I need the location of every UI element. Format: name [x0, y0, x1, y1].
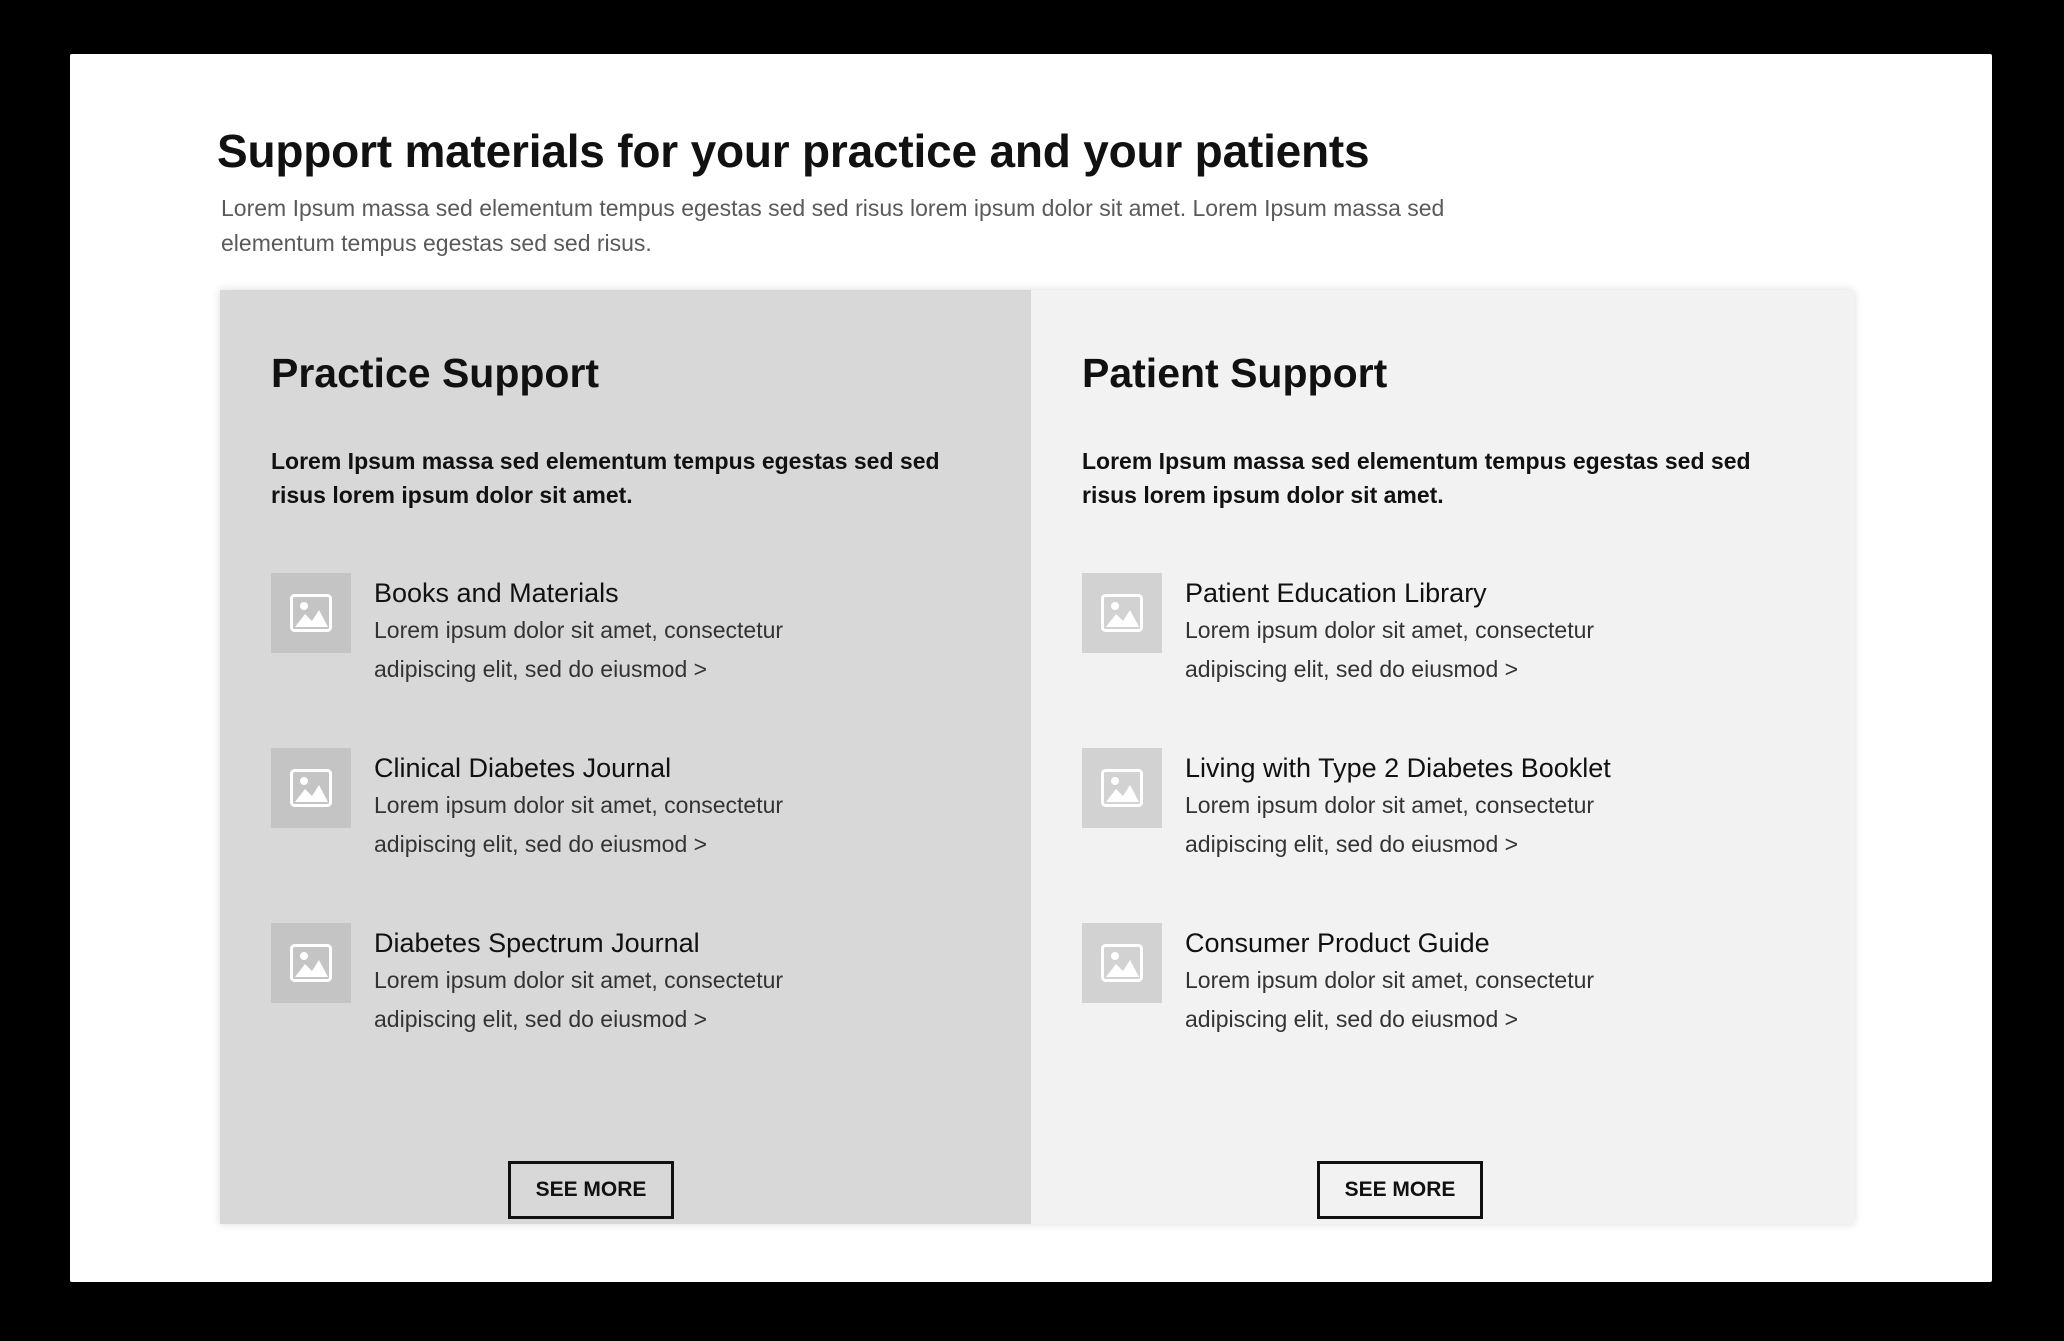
- panel-title: Practice Support: [271, 350, 600, 396]
- panel-lead: Lorem Ipsum massa sed elementum tempus e…: [271, 448, 940, 508]
- resource-item[interactable]: Patient Education Library Lorem ipsum do…: [1082, 573, 1804, 748]
- image-placeholder-icon: [271, 573, 351, 653]
- image-placeholder-icon: [271, 748, 351, 828]
- resource-description-link[interactable]: Lorem ipsum dolor sit amet, consectetur …: [1185, 961, 1655, 1039]
- resource-item[interactable]: Books and Materials Lorem ipsum dolor si…: [271, 573, 981, 748]
- image-placeholder-icon: [1082, 923, 1162, 1003]
- support-card: Practice Support Lorem Ipsum massa sed e…: [220, 290, 1854, 1224]
- see-more-button[interactable]: SEE MORE: [508, 1161, 674, 1219]
- resource-description-link[interactable]: Lorem ipsum dolor sit amet, consectetur …: [374, 786, 844, 864]
- resource-item[interactable]: Consumer Product Guide Lorem ipsum dolor…: [1082, 923, 1804, 1098]
- resource-title[interactable]: Clinical Diabetes Journal: [374, 750, 844, 786]
- resource-title[interactable]: Living with Type 2 Diabetes Booklet: [1185, 750, 1655, 786]
- resource-item[interactable]: Clinical Diabetes Journal Lorem ipsum do…: [271, 748, 981, 923]
- resource-item[interactable]: Living with Type 2 Diabetes Booklet Lore…: [1082, 748, 1804, 923]
- see-more-button[interactable]: SEE MORE: [1317, 1161, 1483, 1219]
- image-placeholder-icon: [271, 923, 351, 1003]
- resource-list: Books and Materials Lorem ipsum dolor si…: [271, 573, 981, 1098]
- panel-lead: Lorem Ipsum massa sed elementum tempus e…: [1082, 448, 1751, 508]
- patient-support-panel: Patient Support Lorem Ipsum massa sed el…: [1031, 290, 1854, 1224]
- practice-support-panel: Practice Support Lorem Ipsum massa sed e…: [220, 290, 1031, 1224]
- resource-title[interactable]: Patient Education Library: [1185, 575, 1655, 611]
- resource-description-link[interactable]: Lorem ipsum dolor sit amet, consectetur …: [1185, 611, 1655, 689]
- resource-title[interactable]: Consumer Product Guide: [1185, 925, 1655, 961]
- resource-description-link[interactable]: Lorem ipsum dolor sit amet, consectetur …: [374, 961, 844, 1039]
- image-placeholder-icon: [1082, 573, 1162, 653]
- resource-description-link[interactable]: Lorem ipsum dolor sit amet, consectetur …: [374, 611, 844, 689]
- resource-list: Patient Education Library Lorem ipsum do…: [1082, 573, 1804, 1098]
- resource-title[interactable]: Diabetes Spectrum Journal: [374, 925, 844, 961]
- page-frame: Support materials for your practice and …: [70, 54, 1992, 1282]
- page-intro: Lorem Ipsum massa sed elementum tempus e…: [221, 195, 1445, 256]
- image-placeholder-icon: [1082, 748, 1162, 828]
- resource-description-link[interactable]: Lorem ipsum dolor sit amet, consectetur …: [1185, 786, 1655, 864]
- page-title: Support materials for your practice and …: [217, 125, 1370, 177]
- resource-item[interactable]: Diabetes Spectrum Journal Lorem ipsum do…: [271, 923, 981, 1098]
- resource-title[interactable]: Books and Materials: [374, 575, 844, 611]
- panel-title: Patient Support: [1082, 350, 1388, 396]
